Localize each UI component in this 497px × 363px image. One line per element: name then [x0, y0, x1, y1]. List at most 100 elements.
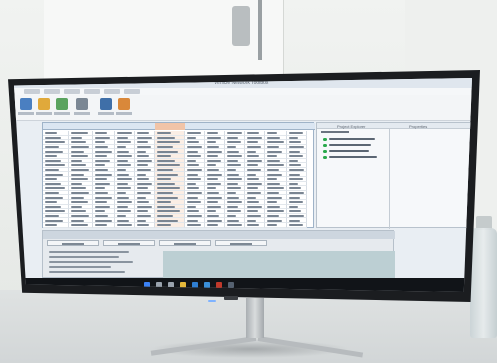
grid-cell-text — [227, 132, 242, 135]
grid-cell[interactable] — [135, 223, 155, 228]
grid-cell[interactable] — [93, 223, 115, 228]
grid-cell-text — [117, 159, 128, 162]
menu-item[interactable] — [84, 89, 100, 94]
grid-cell-text — [207, 136, 221, 139]
grid-cell-text — [227, 136, 238, 139]
export-icon[interactable] — [100, 98, 112, 110]
grid-cell-text — [187, 196, 198, 199]
open-icon[interactable] — [38, 98, 50, 110]
grid-cell-text — [157, 196, 178, 199]
grid-cell[interactable] — [155, 223, 185, 228]
grid-cell[interactable] — [115, 223, 135, 228]
grid-cell-text — [157, 191, 173, 194]
tree-item-label — [329, 138, 375, 141]
grid-cell-text — [117, 155, 132, 158]
grid-cell-text — [95, 182, 110, 185]
grid-cell-text — [289, 191, 304, 194]
grid-cell-text — [247, 214, 261, 217]
grid-cell-text — [289, 214, 304, 217]
bottle — [470, 228, 497, 338]
grid-cell[interactable] — [43, 223, 69, 228]
browser-icon[interactable] — [192, 282, 198, 288]
grid-cell-text — [187, 155, 201, 158]
save-icon[interactable] — [20, 98, 32, 110]
grid-cell-text — [157, 214, 173, 217]
chart-icon[interactable] — [118, 98, 130, 110]
menu-item[interactable] — [64, 89, 80, 94]
menu-item[interactable] — [124, 89, 140, 94]
terminal-icon[interactable] — [228, 282, 234, 288]
grid-cell-text — [45, 178, 57, 181]
grid-cell-text — [289, 145, 304, 148]
mail-icon[interactable] — [204, 282, 210, 288]
power-light — [208, 300, 216, 302]
grid-cell[interactable] — [69, 223, 93, 228]
grid-cell[interactable] — [225, 223, 245, 228]
grid-cell[interactable] — [185, 223, 205, 228]
status-ok-icon — [323, 155, 327, 159]
grid-cell[interactable] — [245, 223, 265, 228]
menu-item[interactable] — [104, 89, 120, 94]
menu-item[interactable] — [44, 89, 60, 94]
grid-cell[interactable] — [265, 223, 287, 228]
settings-icon[interactable] — [76, 98, 88, 110]
grid-cell-text — [267, 136, 280, 139]
grid-cell-text — [227, 187, 241, 190]
selected-column-header[interactable] — [155, 123, 185, 130]
grid-cell-text — [137, 187, 148, 190]
grid-cell-text — [267, 196, 282, 199]
grid-cell-text — [207, 155, 218, 158]
grid-cell-text — [117, 214, 126, 217]
panel-tab[interactable] — [103, 240, 155, 246]
panel-tab[interactable] — [215, 240, 267, 246]
grid-cell-text — [137, 201, 149, 204]
grid-cell-text — [247, 219, 256, 222]
pane-divider[interactable] — [389, 129, 390, 229]
grid-cell[interactable] — [287, 223, 307, 228]
grid-cell-text — [117, 150, 129, 153]
grid-cell-text — [45, 205, 61, 208]
grid-cell-text — [187, 132, 201, 135]
grid-cell-text — [289, 136, 298, 139]
grid-cell[interactable] — [205, 223, 225, 228]
menu-item[interactable] — [24, 89, 40, 94]
data-grid-window[interactable] — [42, 122, 315, 228]
grid-cell-text — [267, 155, 277, 158]
grid-cell-text — [247, 205, 262, 208]
grid-cell-text — [247, 187, 258, 190]
grid-cell-text — [227, 155, 242, 158]
grid-cell-text — [187, 159, 196, 162]
grid-cell-text — [247, 182, 262, 185]
grid-cell-text — [137, 219, 146, 222]
tree-root[interactable] — [321, 131, 349, 133]
explorer-icon[interactable] — [180, 282, 186, 288]
panel-tab-label — [174, 242, 196, 245]
app-icon[interactable] — [216, 282, 222, 288]
grid-cell-text — [45, 136, 61, 139]
grid-cell-text — [117, 201, 132, 204]
grid-cell-text — [289, 178, 303, 181]
grid-cell-text — [137, 210, 148, 213]
status-ok-icon — [323, 137, 327, 141]
grid-cell-text — [267, 141, 284, 144]
project-explorer-header: Project Explorer — [337, 124, 366, 129]
grid-cell-text — [117, 224, 132, 227]
tree-item-label — [329, 150, 369, 153]
refresh-icon[interactable] — [56, 98, 68, 110]
grid-cell-text — [157, 182, 175, 185]
right-pane: Project Explorer Properties — [316, 122, 472, 229]
grid-cell-text — [267, 191, 279, 194]
output-area[interactable] — [163, 251, 395, 279]
grid-cell-text — [289, 168, 304, 171]
grid-cell-text — [157, 201, 171, 204]
grid-cell-text — [267, 173, 282, 176]
grid-cell-text — [207, 178, 218, 181]
panel-tab[interactable] — [159, 240, 211, 246]
panel-tab[interactable] — [47, 240, 99, 246]
log-line — [49, 266, 111, 268]
grid-cell-text — [157, 164, 180, 167]
status-ok-icon — [323, 149, 327, 153]
grid-cell-text — [207, 168, 219, 171]
grid-cell-text — [207, 219, 222, 222]
grid-cell-text — [187, 205, 196, 208]
